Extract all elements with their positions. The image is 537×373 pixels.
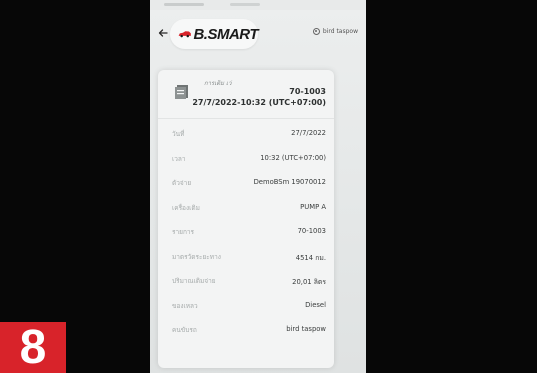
detail-label: เวลา	[172, 154, 186, 163]
receipt-icon	[175, 85, 188, 99]
detail-row-pump: เครื่องเติม PUMP A	[158, 196, 334, 221]
detail-label: ของเหลว	[172, 301, 198, 310]
detail-label: ปริมาณเติมจ่าย	[172, 277, 216, 285]
detail-list: วันที่ 27/7/2022 เวลา 10:32 (UTC+07:00) …	[158, 122, 334, 343]
detail-row-dispenser: ตัวจ่าย DemoBSm 19070012	[158, 171, 334, 196]
car-logo-icon	[178, 31, 191, 38]
detail-label: เครื่องเติม	[172, 203, 200, 212]
detail-label: คนขับรถ	[172, 326, 197, 334]
detail-row-time: เวลา 10:32 (UTC+07:00)	[158, 147, 334, 172]
detail-value: Diesel	[305, 300, 326, 309]
screenshot-stage: B.SMART bird taspow การเติม เว่ 70-1003 …	[0, 0, 537, 373]
detail-row-odometer: มาตรวัดระยะทาง 4514 กม.	[158, 245, 334, 270]
phone-screen: B.SMART bird taspow การเติม เว่ 70-1003 …	[150, 0, 366, 373]
brand-name: B.SMART	[193, 25, 258, 43]
arrow-left-icon	[158, 29, 168, 37]
detail-row-date: วันที่ 27/7/2022	[158, 122, 334, 147]
detail-row-item: รายการ 70-1003	[158, 220, 334, 245]
detail-row-volume: ปริมาณเติมจ่าย 20,01 ลิตร	[158, 269, 334, 294]
detail-row-driver: คนขับรถ bird taspow	[158, 318, 334, 343]
detail-value: 27/7/2022	[291, 129, 326, 137]
detail-value: PUMP A	[300, 202, 326, 211]
transaction-card: การเติม เว่ 70-1003 27/7/2022-10:32 (UTC…	[158, 70, 334, 368]
detail-value: 20,01 ลิตร	[292, 278, 326, 286]
transaction-type: การเติม เว่	[204, 80, 232, 87]
detail-value: 4514 กม.	[295, 253, 326, 262]
user-account[interactable]: bird taspow	[312, 28, 358, 35]
user-name: bird taspow	[322, 28, 358, 35]
left-black-bar	[0, 0, 150, 373]
app-header: B.SMART bird taspow	[150, 14, 366, 52]
card-divider	[158, 118, 334, 119]
card-header: การเติม เว่ 70-1003 27/7/2022-10:32 (UTC…	[158, 70, 334, 114]
detail-value: DemoBSm 19070012	[253, 178, 326, 186]
brand-logo: B.SMART	[170, 19, 258, 49]
detail-value: 10:32 (UTC+07:00)	[260, 153, 326, 162]
detail-row-fluid: ของเหลว Diesel	[158, 294, 334, 319]
detail-label: มาตรวัดระยะทาง	[172, 252, 221, 261]
right-black-bar	[366, 0, 537, 373]
detail-label: ตัวจ่าย	[172, 179, 192, 187]
detail-value: bird taspow	[286, 325, 326, 333]
detail-label: รายการ	[172, 228, 195, 236]
transaction-datetime: 27/7/2022-10:32 (UTC+07:00)	[192, 98, 326, 107]
detail-value: 70-1003	[297, 227, 326, 235]
step-number-badge: 8	[0, 322, 66, 373]
status-bar	[150, 0, 366, 10]
user-circle-icon	[312, 28, 320, 35]
step-number: 8	[19, 320, 47, 373]
detail-label: วันที่	[172, 130, 185, 138]
transaction-code: 70-1003	[289, 87, 326, 96]
